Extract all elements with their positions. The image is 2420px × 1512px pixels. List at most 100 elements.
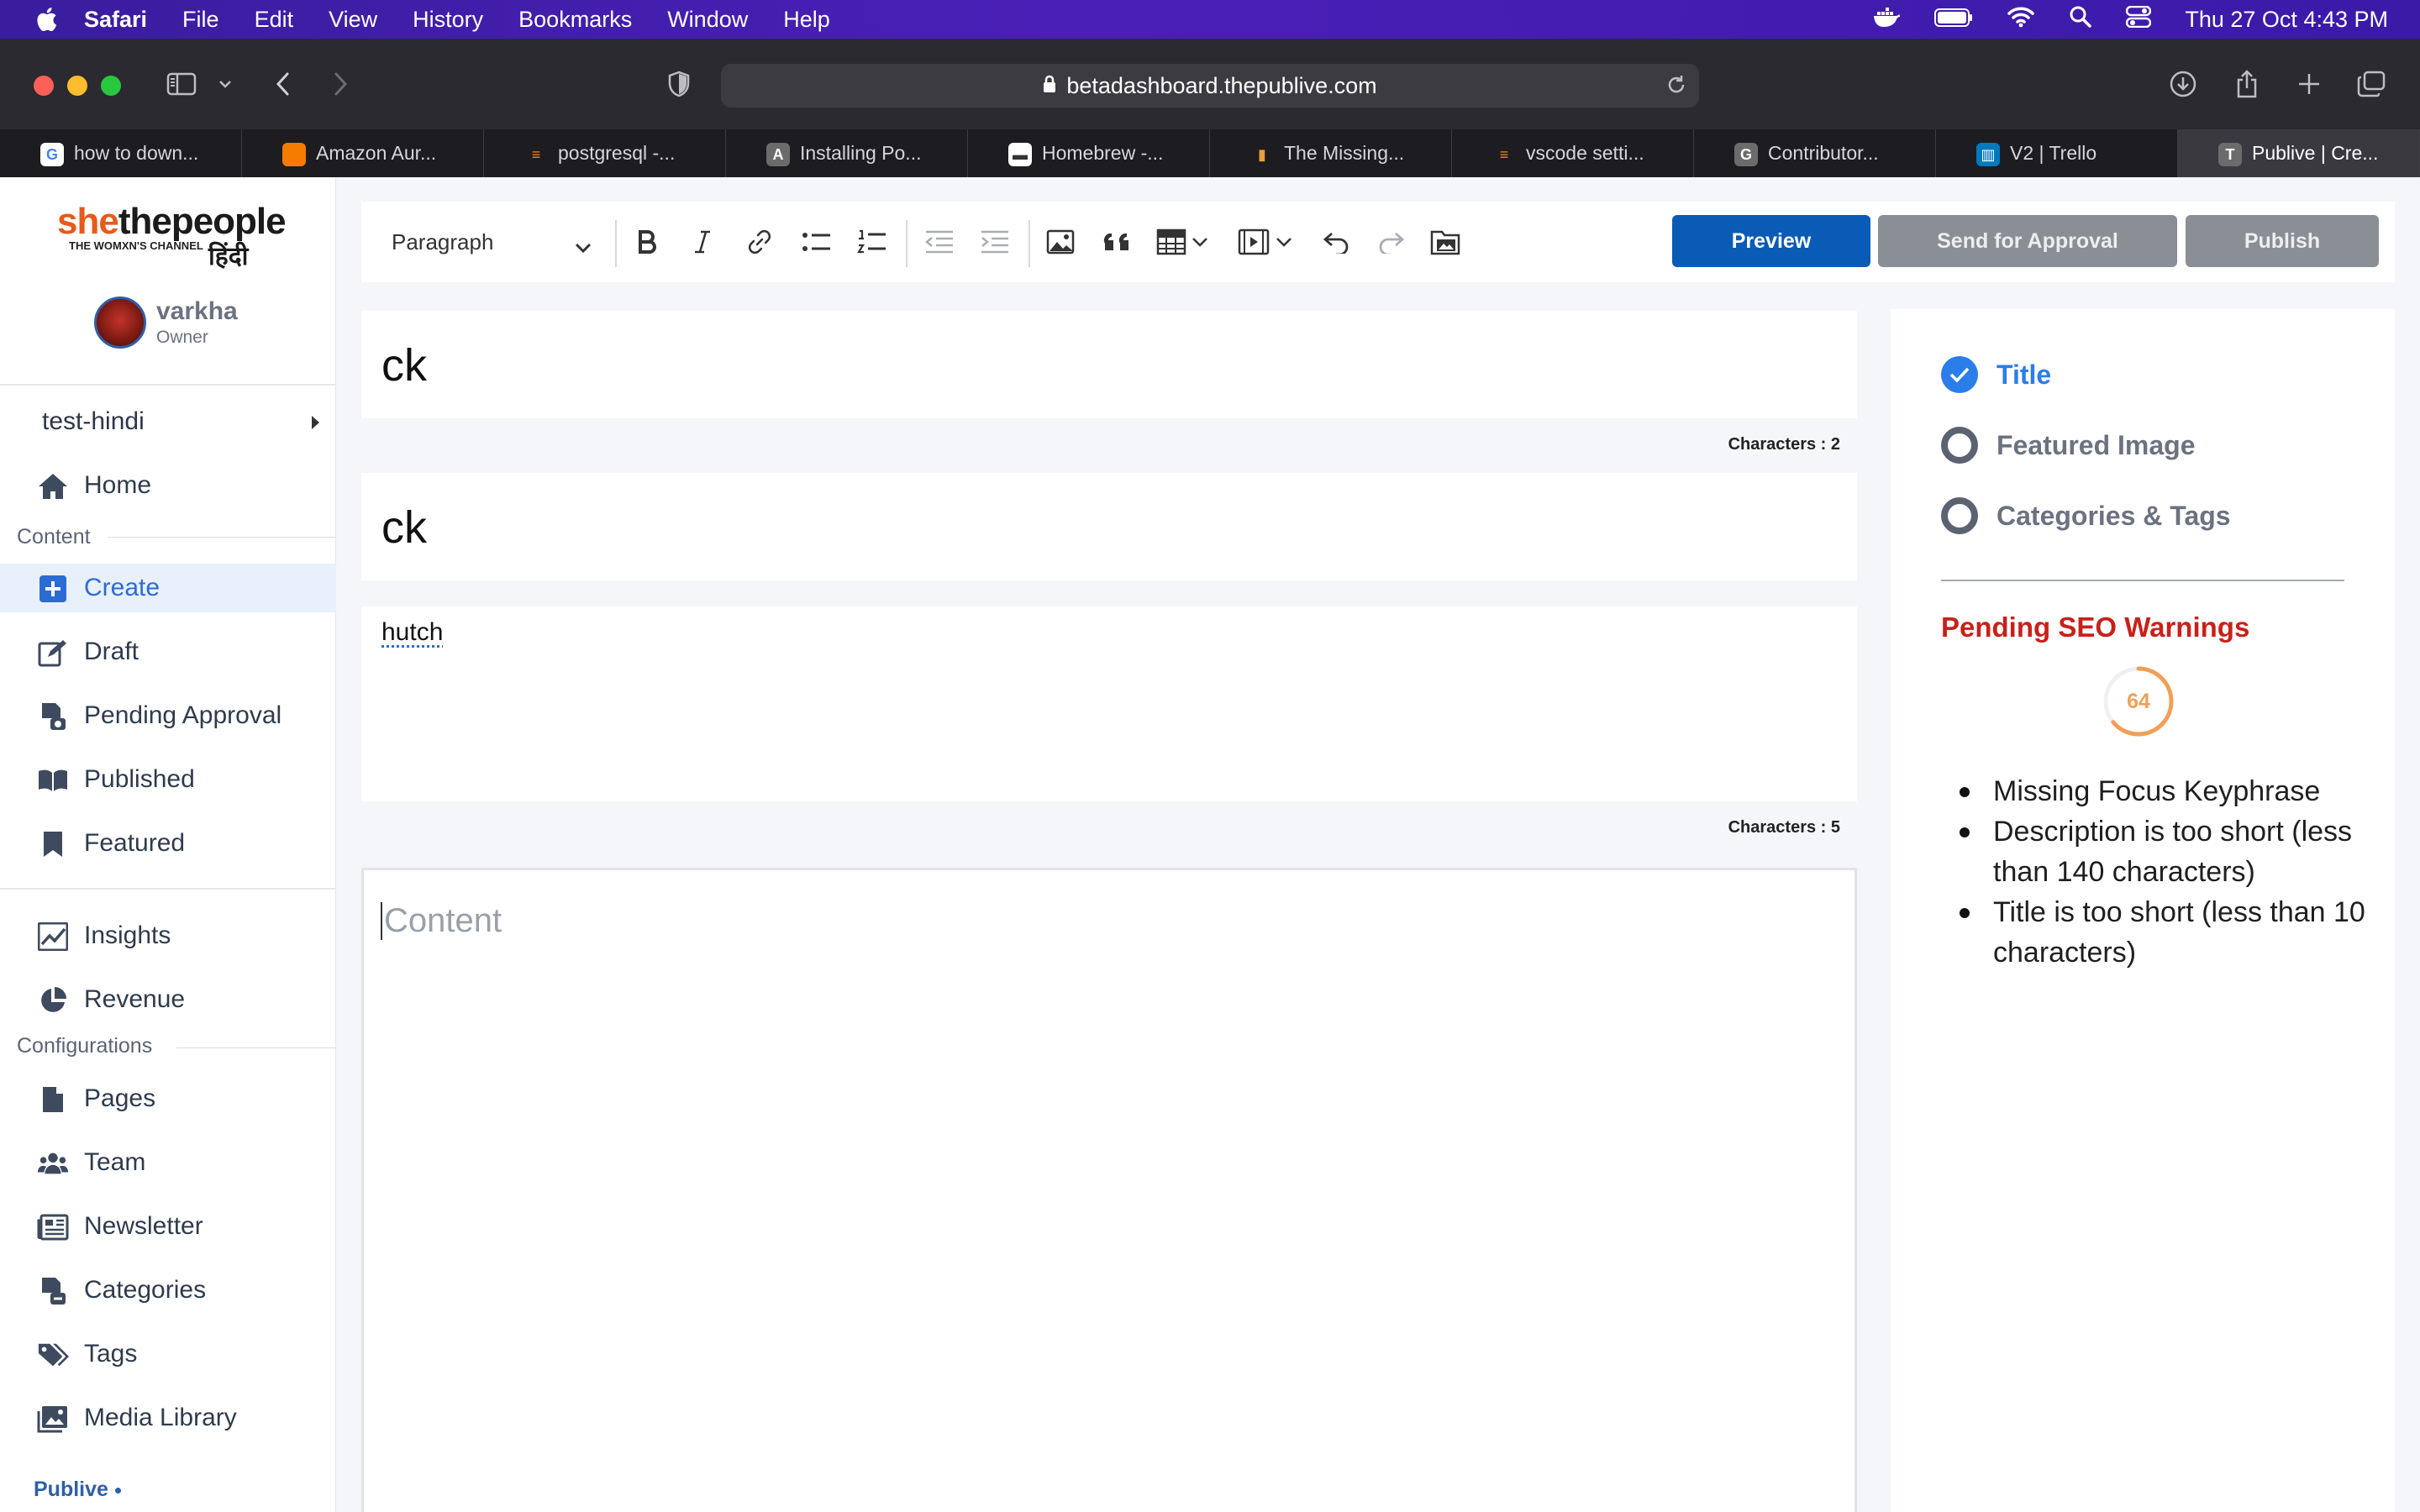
seo-warning-item: Missing Focus Keyphrase (1960, 771, 2380, 811)
insert-media-icon[interactable] (1235, 222, 1272, 262)
blockquote-icon[interactable] (1097, 222, 1138, 262)
downloads-icon[interactable] (2166, 60, 2200, 108)
sidebar-item-label: Published (84, 765, 195, 793)
beer-favicon-icon: ▮ (1258, 145, 1266, 163)
logo-she: she (57, 201, 119, 242)
description-character-count: Characters : 5 (1728, 818, 1840, 837)
section-divider (108, 537, 336, 538)
user-profile[interactable]: varkha Owner (94, 297, 238, 349)
subtitle-input[interactable]: ck (361, 473, 1857, 580)
bulleted-list-icon[interactable] (797, 222, 837, 262)
menu-app-safari[interactable]: Safari (84, 7, 147, 33)
sidebar-toggle-icon[interactable] (163, 60, 200, 108)
checklist-item-categories-tags[interactable]: Categories & Tags (1941, 497, 2231, 534)
sidebar-item-team[interactable]: Team (0, 1138, 336, 1187)
block-type-select[interactable]: Paragraph (392, 227, 600, 257)
browser-tab[interactable]: ▬ Homebrew -... (968, 129, 1210, 177)
new-tab-icon[interactable] (2292, 60, 2326, 108)
menu-file[interactable]: File (182, 7, 219, 33)
send-for-approval-button[interactable]: Send for Approval (1878, 215, 2177, 267)
sidebar-item-revenue[interactable]: Revenue (0, 975, 336, 1024)
sidebar-item-tags[interactable]: Tags (0, 1330, 336, 1378)
address-bar[interactable]: betadashboard.thepublive.com (721, 64, 1699, 108)
browser-tab[interactable]: ▮ The Missing... (1210, 129, 1452, 177)
media-library-icon[interactable] (1425, 222, 1465, 262)
checklist-item-title[interactable]: Title (1941, 356, 2051, 393)
redo-icon[interactable] (1371, 222, 1412, 262)
site-name: test-hindi (42, 407, 145, 435)
menubar-clock[interactable]: Thu 27 Oct 4:43 PM (2185, 7, 2388, 33)
menu-window[interactable]: Window (667, 7, 748, 33)
sidebar-item-published[interactable]: Published (0, 755, 336, 804)
browser-tab[interactable]: G how to down... (0, 129, 242, 177)
title-character-count: Characters : 2 (1728, 435, 1840, 454)
lock-icon (1043, 73, 1056, 99)
browser-tab[interactable]: Amazon Aur... (242, 129, 484, 177)
preview-button[interactable]: Preview (1672, 215, 1870, 267)
control-center-icon[interactable] (2126, 5, 2152, 34)
wifi-icon[interactable] (2007, 6, 2035, 34)
tab-label: Amazon Aur... (316, 142, 437, 164)
title-text: ck (381, 340, 427, 391)
menu-bookmarks[interactable]: Bookmarks (518, 7, 632, 33)
seo-score-ring: 64 (2102, 665, 2175, 738)
apple-menu-icon[interactable] (32, 5, 60, 34)
file-icon (37, 1085, 69, 1114)
sidebar-item-media-library[interactable]: Media Library (0, 1394, 336, 1442)
sidebar-item-pending-approval[interactable]: Pending Approval (0, 691, 336, 740)
browser-tab-active[interactable]: T Publive | Cre... (2178, 129, 2420, 177)
title-input[interactable]: ck (361, 311, 1857, 418)
empty-circle-icon (1941, 427, 1978, 464)
shethepeople-logo[interactable]: shethepeople THE WOMXN'S CHANNEL हिंदी (57, 201, 287, 270)
publish-button[interactable]: Publish (2186, 215, 2379, 267)
sidebar-item-insights[interactable]: Insights (0, 911, 336, 960)
browser-tab[interactable]: G Contributor... (1694, 129, 1936, 177)
chevron-down-icon[interactable] (1272, 222, 1296, 262)
outdent-icon[interactable] (919, 222, 960, 262)
link-icon[interactable] (739, 222, 780, 262)
tab-label: postgresql -... (558, 142, 676, 164)
menu-edit[interactable]: Edit (255, 7, 294, 33)
docker-icon[interactable] (1872, 6, 1901, 34)
close-window-button[interactable] (34, 76, 54, 96)
sidebar-item-home[interactable]: Home (0, 461, 336, 510)
privacy-shield-icon[interactable] (662, 60, 696, 108)
sidebar-item-featured[interactable]: Featured (0, 819, 336, 868)
insert-image-icon[interactable] (1040, 222, 1081, 262)
zoom-window-button[interactable] (101, 76, 121, 96)
chevron-down-icon[interactable] (215, 60, 235, 108)
forward-icon[interactable] (326, 60, 356, 108)
reload-icon[interactable] (1665, 74, 1687, 102)
sidebar-item-label: Insights (84, 921, 171, 949)
sidebar-item-create[interactable]: Create (0, 564, 336, 612)
browser-tab[interactable]: ≡ postgresql -... (484, 129, 726, 177)
spotlight-search-icon[interactable] (2069, 5, 2092, 34)
indent-icon[interactable] (975, 222, 1015, 262)
newspaper-icon (37, 1213, 69, 1242)
italic-icon[interactable] (682, 222, 723, 262)
chevron-down-icon[interactable] (1188, 222, 1212, 262)
battery-icon[interactable] (1934, 7, 1973, 33)
browser-tab[interactable]: ≡ vscode setti... (1452, 129, 1694, 177)
insert-table-icon[interactable] (1155, 222, 1188, 262)
sidebar-item-draft[interactable]: Draft (0, 627, 336, 676)
content-editor[interactable]: Content (361, 868, 1857, 1512)
browser-tab[interactable]: A Installing Po... (726, 129, 968, 177)
checklist-item-featured-image[interactable]: Featured Image (1941, 427, 2196, 464)
menu-history[interactable]: History (413, 7, 483, 33)
minimize-window-button[interactable] (67, 76, 87, 96)
tab-overview-icon[interactable] (2354, 60, 2388, 108)
numbered-list-icon[interactable] (852, 222, 892, 262)
sidebar-item-pages[interactable]: Pages (0, 1074, 336, 1123)
sidebar-item-categories[interactable]: Categories (0, 1266, 336, 1315)
share-icon[interactable] (2230, 60, 2264, 108)
menu-help[interactable]: Help (783, 7, 830, 33)
bold-icon[interactable] (627, 222, 667, 262)
description-input[interactable]: hutch (361, 606, 1857, 801)
sidebar-item-newsletter[interactable]: Newsletter (0, 1202, 336, 1251)
back-icon[interactable] (267, 60, 297, 108)
site-selector[interactable]: test-hindi (42, 407, 319, 436)
browser-tab[interactable]: ▥ V2 | Trello (1936, 129, 2178, 177)
undo-icon[interactable] (1316, 222, 1356, 262)
menu-view[interactable]: View (329, 7, 377, 33)
